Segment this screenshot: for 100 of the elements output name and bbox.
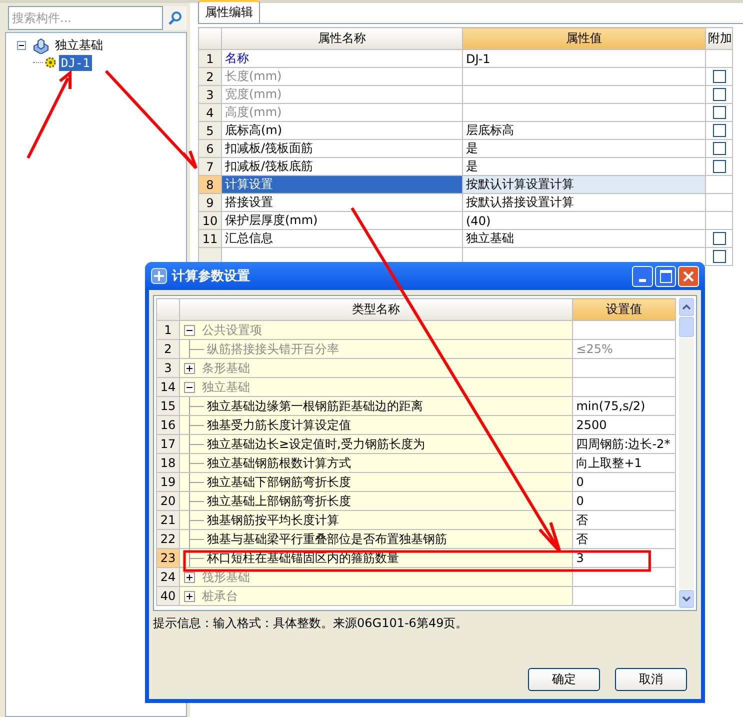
row-number: 8 bbox=[198, 176, 222, 194]
close-button[interactable] bbox=[678, 266, 699, 286]
hint-text: 提示信息：输入格式：具体整数。来源06G101-6第49页。 bbox=[153, 615, 469, 632]
search-icon bbox=[168, 11, 182, 25]
expand-toggle[interactable] bbox=[184, 362, 195, 374]
scrollbar[interactable] bbox=[679, 298, 694, 608]
setting-value: ≤25% bbox=[572, 340, 676, 358]
setting-value: min(75,s/2) bbox=[572, 396, 676, 416]
tab[interactable]: 属性编辑 bbox=[198, 0, 260, 23]
column-header: 属性值 bbox=[462, 28, 706, 50]
row-number: 23 bbox=[156, 548, 180, 568]
setting-name: 纵筋搭接接头错开百分率 bbox=[207, 340, 339, 358]
setting-value: 2500 bbox=[572, 416, 676, 434]
row-number: 16 bbox=[156, 416, 180, 434]
column-header: 附加 bbox=[706, 28, 732, 50]
column-header: 类型名称 bbox=[180, 298, 573, 320]
scroll-down-button[interactable] bbox=[679, 590, 694, 608]
property-value: 层底标高 bbox=[462, 122, 706, 140]
row-number: 2 bbox=[198, 68, 222, 86]
row-number: 15 bbox=[156, 396, 180, 416]
setting-value: 四周钢筋:边长-2* bbox=[572, 434, 676, 454]
tree-item[interactable]: DJ-1 bbox=[59, 54, 92, 70]
app-icon bbox=[151, 268, 167, 284]
minus-icon bbox=[184, 324, 195, 336]
expand-toggle[interactable] bbox=[184, 590, 195, 602]
setting-value: 否 bbox=[572, 530, 676, 548]
property-name: 搭接设置 bbox=[222, 194, 462, 212]
setting-name: 独立基础边长≥设定值时,受力钢筋长度为 bbox=[207, 436, 425, 452]
gear-icon bbox=[45, 57, 56, 68]
row-number: 21 bbox=[156, 510, 180, 530]
row-number: 19 bbox=[156, 472, 180, 492]
property-name: 扣减板/筏板面筋 bbox=[222, 140, 462, 158]
row-number: 3 bbox=[156, 358, 180, 378]
expand-toggle[interactable] bbox=[184, 324, 195, 336]
close-icon bbox=[683, 270, 694, 282]
setting-name: 独基受力筋长度计算设定值 bbox=[207, 416, 351, 434]
checkbox[interactable] bbox=[712, 232, 726, 245]
property-value: 独立基础 bbox=[462, 230, 706, 248]
plus-icon bbox=[184, 590, 195, 602]
checkbox[interactable] bbox=[712, 124, 726, 137]
group-name: 桩承台 bbox=[202, 588, 238, 604]
row-number: 1 bbox=[156, 320, 180, 340]
minimize-button[interactable] bbox=[632, 266, 653, 286]
row-number: 18 bbox=[156, 454, 180, 472]
row-number: 22 bbox=[156, 530, 180, 548]
property-name: 高度(mm) bbox=[222, 104, 462, 122]
row-number: 7 bbox=[198, 158, 222, 176]
group-name: 条形基础 bbox=[202, 360, 250, 376]
minus-icon bbox=[184, 382, 195, 392]
ok-button[interactable]: 确定 bbox=[528, 668, 600, 691]
maximize-button[interactable] bbox=[655, 266, 676, 286]
property-name: 计算设置 bbox=[222, 176, 462, 194]
property-name: 保护层厚度(mm) bbox=[222, 212, 462, 230]
column-header: 属性名称 bbox=[222, 28, 462, 50]
row-number: 24 bbox=[156, 568, 180, 586]
setting-name: 独立基础上部钢筋弯折长度 bbox=[207, 492, 351, 510]
checkbox[interactable] bbox=[712, 142, 726, 155]
property-name: 底标高(m) bbox=[222, 122, 462, 140]
plus-icon bbox=[184, 362, 195, 374]
row-number: 5 bbox=[198, 122, 222, 140]
search-button[interactable] bbox=[163, 6, 187, 30]
checkbox[interactable] bbox=[712, 250, 726, 263]
property-value: 按默认搭接设置计算 bbox=[462, 194, 706, 212]
block-icon bbox=[32, 38, 50, 54]
row-number: 20 bbox=[156, 492, 180, 510]
setting-name: 杯口短柱在基础锚固区内的箍筋数量 bbox=[207, 550, 399, 566]
property-value: 是 bbox=[462, 140, 706, 158]
expand-toggle[interactable] bbox=[184, 382, 195, 392]
row-number: 11 bbox=[198, 230, 222, 248]
property-name: 汇总信息 bbox=[222, 230, 462, 248]
collapse-toggle[interactable] bbox=[17, 41, 26, 50]
setting-value: 否 bbox=[572, 510, 676, 530]
setting-name: 独基钢筋按平均长度计算 bbox=[207, 512, 339, 528]
setting-value: 向上取整+1 bbox=[572, 454, 676, 472]
plus-icon bbox=[184, 572, 195, 582]
property-name: 宽度(mm) bbox=[222, 86, 462, 104]
setting-name: 独立基础下部钢筋弯折长度 bbox=[207, 474, 351, 490]
property-value: DJ-1 bbox=[462, 50, 706, 68]
scroll-up-button[interactable] bbox=[679, 298, 694, 316]
tree-item[interactable]: 独立基础 bbox=[53, 36, 105, 55]
row-number: 1 bbox=[198, 50, 222, 68]
checkbox[interactable] bbox=[712, 160, 726, 173]
expand-toggle[interactable] bbox=[184, 572, 195, 582]
row-number: 4 bbox=[198, 104, 222, 122]
row-number: 6 bbox=[198, 140, 222, 158]
group-name: 公共设置项 bbox=[202, 322, 262, 338]
minus-icon bbox=[17, 41, 26, 50]
setting-value: 0 bbox=[572, 492, 676, 510]
property-name: 长度(mm) bbox=[222, 68, 462, 86]
property-value: 按默认计算设置计算 bbox=[462, 176, 706, 194]
setting-value: 0 bbox=[572, 472, 676, 492]
setting-name: 独立基础钢筋根数计算方式 bbox=[207, 454, 351, 472]
row-number: 17 bbox=[156, 434, 180, 454]
setting-name: 独立基础边缘第一根钢筋距基础边的距离 bbox=[207, 398, 423, 414]
cancel-button[interactable]: 取消 bbox=[615, 668, 687, 691]
search-field[interactable]: 搜索构件... bbox=[8, 6, 163, 30]
row-number: 40 bbox=[156, 586, 180, 606]
column-header: 设置值 bbox=[572, 298, 676, 320]
setting-name: 独基与基础梁平行重叠部位是否布置独基钢筋 bbox=[207, 530, 447, 548]
scrollbar-thumb[interactable] bbox=[679, 317, 694, 337]
